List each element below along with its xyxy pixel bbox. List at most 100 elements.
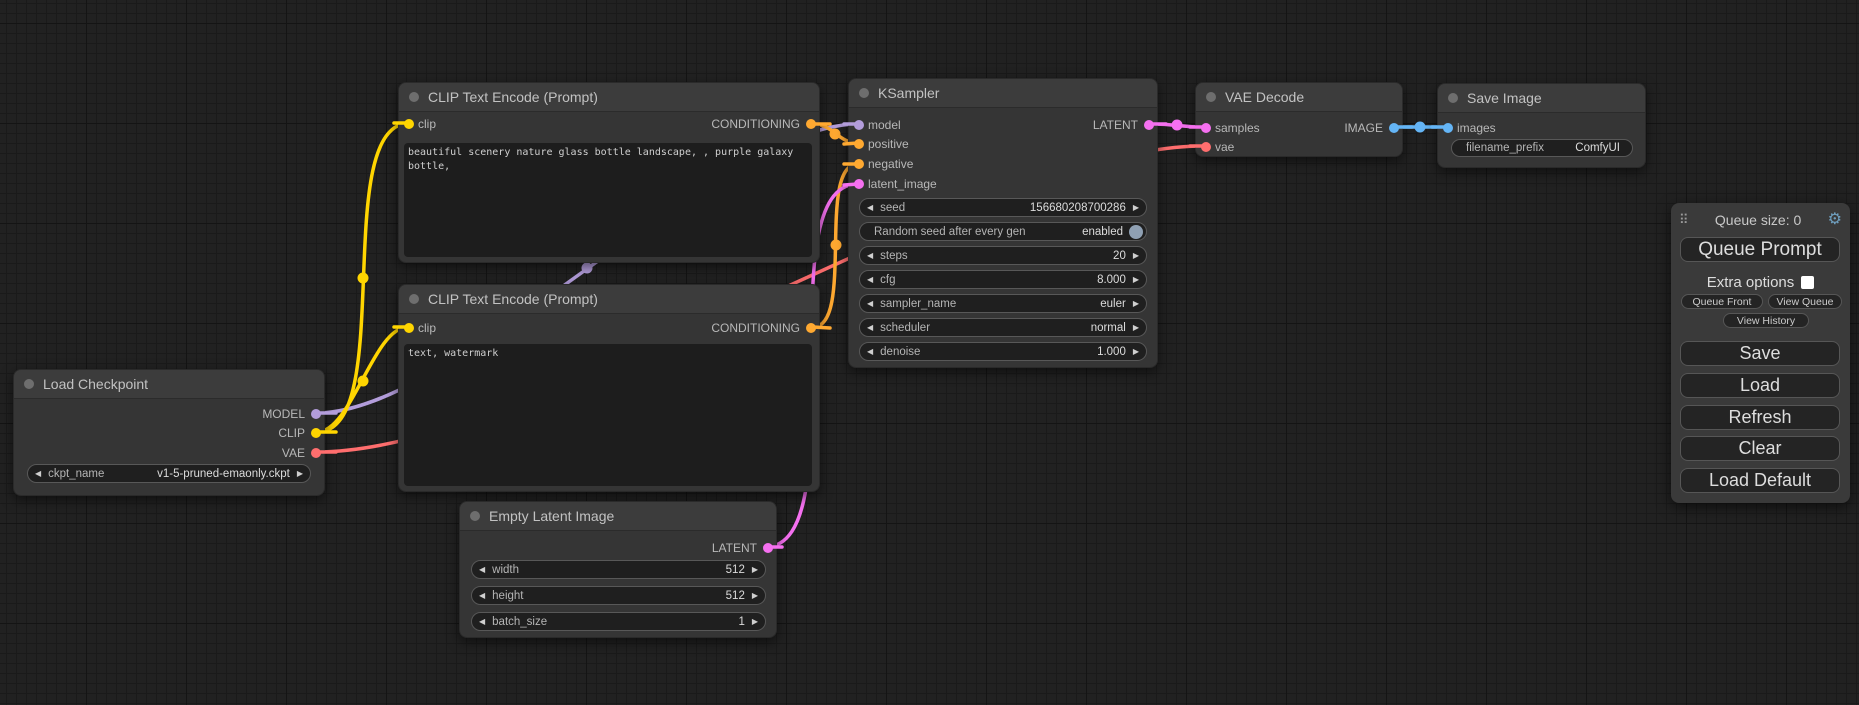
load-default-button[interactable]: Load Default	[1680, 468, 1840, 493]
queue-front-button[interactable]: Queue Front	[1681, 294, 1763, 309]
input-label: positive	[868, 137, 909, 151]
node-graph-canvas[interactable]: Load Checkpoint MODEL CLIP VAE ◀ ckpt_na…	[0, 0, 1859, 705]
output-label: CONDITIONING	[711, 321, 800, 335]
collapse-dot-icon[interactable]	[409, 92, 419, 102]
arrow-left-icon[interactable]: ◀	[860, 324, 880, 332]
widget-cfg[interactable]: ◀ cfg 8.000 ▶	[859, 270, 1147, 289]
widget-scheduler[interactable]: ◀ scheduler normal ▶	[859, 318, 1147, 337]
arrow-right-icon[interactable]: ▶	[1126, 300, 1146, 308]
node-title-bar[interactable]: Save Image	[1438, 84, 1645, 113]
prompt-textarea[interactable]: beautiful scenery nature glass bottle la…	[404, 143, 812, 257]
node-load-checkpoint[interactable]: Load Checkpoint MODEL CLIP VAE ◀ ckpt_na…	[13, 369, 325, 496]
collapse-dot-icon[interactable]	[409, 294, 419, 304]
input-row-positive: positive	[849, 135, 1157, 153]
output-label: IMAGE	[1344, 121, 1383, 135]
input-row-negative: negative	[849, 155, 1157, 173]
output-port-conditioning[interactable]	[806, 323, 816, 333]
output-port-image[interactable]	[1389, 123, 1399, 133]
widget-label: steps	[880, 250, 908, 262]
gear-icon[interactable]: ⚙	[1828, 212, 1842, 228]
queue-prompt-button[interactable]: Queue Prompt	[1680, 237, 1840, 262]
arrow-right-icon[interactable]: ▶	[1126, 252, 1146, 260]
widget-filename-prefix[interactable]: filename_prefix ComfyUI	[1451, 139, 1633, 157]
node-empty-latent-image[interactable]: Empty Latent Image LATENT ◀ width 512 ▶ …	[459, 501, 777, 638]
arrow-right-icon[interactable]: ▶	[1126, 324, 1146, 332]
node-title: CLIP Text Encode (Prompt)	[428, 89, 598, 105]
widget-sampler-name[interactable]: ◀ sampler_name euler ▶	[859, 294, 1147, 313]
queue-panel: ⠿ Queue size: 0 ⚙ Queue Prompt Extra opt…	[1671, 203, 1850, 503]
widget-random-seed-toggle[interactable]: Random seed after every gen enabled	[859, 222, 1147, 241]
output-row-conditioning: CONDITIONING	[399, 319, 819, 337]
widget-label: denoise	[880, 346, 920, 358]
arrow-right-icon[interactable]: ▶	[745, 592, 765, 600]
output-port-model[interactable]	[311, 409, 321, 419]
arrow-left-icon[interactable]: ◀	[860, 348, 880, 356]
save-button[interactable]: Save	[1680, 341, 1840, 366]
collapse-dot-icon[interactable]	[859, 88, 869, 98]
widget-ckpt-name[interactable]: ◀ ckpt_name v1-5-pruned-emaonly.ckpt ▶	[27, 464, 311, 483]
input-port-images[interactable]	[1443, 123, 1453, 133]
extra-options-checkbox[interactable]	[1801, 276, 1814, 289]
arrow-left-icon[interactable]: ◀	[472, 618, 492, 626]
node-clip-text-encode-positive[interactable]: CLIP Text Encode (Prompt) clip CONDITION…	[398, 82, 820, 263]
node-clip-text-encode-negative[interactable]: CLIP Text Encode (Prompt) clip CONDITION…	[398, 284, 820, 492]
arrow-left-icon[interactable]: ◀	[860, 300, 880, 308]
output-label: LATENT	[1093, 118, 1138, 132]
input-port-latent-image[interactable]	[854, 179, 864, 189]
widget-width[interactable]: ◀ width 512 ▶	[471, 560, 766, 579]
output-row-vae: VAE	[14, 444, 324, 462]
widget-steps[interactable]: ◀ steps 20 ▶	[859, 246, 1147, 265]
input-port-vae[interactable]	[1201, 142, 1211, 152]
node-title-bar[interactable]: Load Checkpoint	[14, 370, 324, 399]
node-title: CLIP Text Encode (Prompt)	[428, 291, 598, 307]
arrow-right-icon[interactable]: ▶	[1126, 348, 1146, 356]
arrow-left-icon[interactable]: ◀	[472, 566, 492, 574]
widget-value: 512	[726, 564, 745, 576]
load-button[interactable]: Load	[1680, 373, 1840, 398]
node-ksampler[interactable]: KSampler model LATENT positive negative …	[848, 78, 1158, 368]
node-title-bar[interactable]: CLIP Text Encode (Prompt)	[399, 83, 819, 112]
drag-handle-icon[interactable]: ⠿	[1679, 212, 1689, 228]
input-port-positive[interactable]	[854, 139, 864, 149]
widget-height[interactable]: ◀ height 512 ▶	[471, 586, 766, 605]
widget-denoise[interactable]: ◀ denoise 1.000 ▶	[859, 342, 1147, 361]
output-port-latent[interactable]	[1144, 120, 1154, 130]
output-row-latent: LATENT	[460, 539, 776, 557]
arrow-left-icon[interactable]: ◀	[860, 276, 880, 284]
arrow-right-icon[interactable]: ▶	[745, 618, 765, 626]
input-port-negative[interactable]	[854, 159, 864, 169]
arrow-left-icon[interactable]: ◀	[472, 592, 492, 600]
toggle-on-indicator[interactable]	[1129, 225, 1143, 239]
node-title-bar[interactable]: Empty Latent Image	[460, 502, 776, 531]
collapse-dot-icon[interactable]	[1206, 92, 1216, 102]
output-port-clip[interactable]	[311, 428, 321, 438]
output-port-conditioning[interactable]	[806, 119, 816, 129]
arrow-right-icon[interactable]: ▶	[290, 470, 310, 478]
arrow-right-icon[interactable]: ▶	[1126, 204, 1146, 212]
view-queue-button[interactable]: View Queue	[1768, 294, 1842, 309]
view-history-button[interactable]: View History	[1723, 313, 1809, 328]
prompt-textarea[interactable]: text, watermark	[404, 344, 812, 486]
arrow-left-icon[interactable]: ◀	[28, 470, 48, 478]
output-port-latent[interactable]	[763, 543, 773, 553]
refresh-button[interactable]: Refresh	[1680, 405, 1840, 430]
arrow-right-icon[interactable]: ▶	[1126, 276, 1146, 284]
queue-size-label: Queue size: 0	[1689, 212, 1828, 228]
collapse-dot-icon[interactable]	[1448, 93, 1458, 103]
input-row-vae: vae	[1196, 138, 1402, 156]
clear-button[interactable]: Clear	[1680, 436, 1840, 461]
node-title-bar[interactable]: KSampler	[849, 79, 1157, 108]
arrow-left-icon[interactable]: ◀	[860, 252, 880, 260]
node-vae-decode[interactable]: VAE Decode samples IMAGE vae	[1195, 82, 1403, 157]
widget-seed[interactable]: ◀ seed 156680208700286 ▶	[859, 198, 1147, 217]
output-label: CONDITIONING	[711, 117, 800, 131]
collapse-dot-icon[interactable]	[470, 511, 480, 521]
node-title-bar[interactable]: VAE Decode	[1196, 83, 1402, 112]
arrow-right-icon[interactable]: ▶	[745, 566, 765, 574]
node-title-bar[interactable]: CLIP Text Encode (Prompt)	[399, 285, 819, 314]
widget-batch-size[interactable]: ◀ batch_size 1 ▶	[471, 612, 766, 631]
arrow-left-icon[interactable]: ◀	[860, 204, 880, 212]
output-port-vae[interactable]	[311, 448, 321, 458]
collapse-dot-icon[interactable]	[24, 379, 34, 389]
node-save-image[interactable]: Save Image images filename_prefix ComfyU…	[1437, 83, 1646, 168]
